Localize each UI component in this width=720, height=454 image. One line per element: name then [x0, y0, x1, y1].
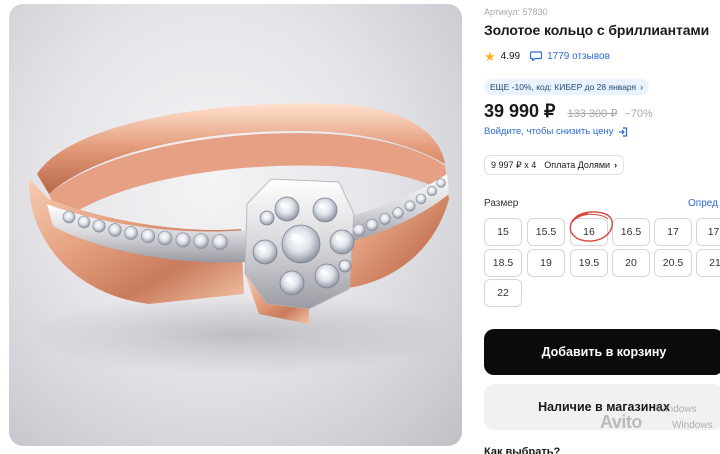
star-icon: ★	[484, 48, 496, 64]
avito-watermark: Avito	[600, 412, 642, 432]
login-link-text: Войдите, чтобы снизить цену	[484, 126, 614, 137]
promo-badge[interactable]: ЕЩЕ -10%, код: КИБЕР до 28 января ›	[484, 79, 650, 95]
size-option[interactable]: 22	[484, 279, 522, 307]
windows-activation-text-1: Windows	[656, 404, 697, 415]
highlight-circle-mark	[569, 211, 613, 242]
reviews-link[interactable]: 1779 отзывов	[530, 51, 610, 62]
size-guide-link[interactable]: Опред	[688, 198, 718, 209]
installment-label: Оплата Долями	[544, 160, 611, 170]
old-price: 133 300 ₽	[567, 108, 618, 120]
add-to-cart-button[interactable]: Добавить в корзину	[484, 329, 720, 375]
chevron-right-icon: ›	[614, 160, 618, 170]
size-option[interactable]: 15	[484, 218, 522, 246]
sku-label: Артикул: 57830	[484, 7, 548, 17]
rating-value: 4.99	[500, 50, 521, 62]
product-title: Золотое кольцо с бриллиантами	[484, 22, 710, 38]
installment-amount: 9 997 ₽ x 4	[491, 159, 537, 170]
login-to-lower-price-link[interactable]: Войдите, чтобы снизить цену	[484, 126, 628, 137]
chat-icon	[530, 51, 543, 61]
size-option[interactable]: 15.5	[527, 218, 565, 246]
rating-row: ★ 4.99 1779 отзывов	[484, 48, 610, 64]
how-to-choose-heading: Как выбрать?	[484, 446, 561, 454]
product-photo[interactable]	[9, 4, 462, 446]
size-option[interactable]: 16.5	[612, 218, 650, 246]
windows-activation-text-2: Windows	[672, 420, 713, 431]
size-option[interactable]: 21	[696, 249, 720, 277]
reviews-count: 1779 отзывов	[547, 50, 610, 62]
installment-badge[interactable]: 9 997 ₽ x 4 Оплата Долями ›	[484, 155, 625, 175]
login-icon	[618, 126, 627, 137]
size-label: Размер	[484, 198, 519, 209]
size-option[interactable]: 18.5	[484, 249, 522, 277]
promo-text: ЕЩЕ -10%, код: КИБЕР до 28 января	[490, 82, 637, 92]
size-option[interactable]: 19.5	[570, 249, 608, 277]
current-price: 39 990 ₽	[484, 101, 556, 121]
size-option[interactable]: 19	[527, 249, 565, 277]
size-option[interactable]: 20.5	[654, 249, 692, 277]
chevron-right-icon: ›	[640, 82, 644, 92]
size-option[interactable]: 17.	[696, 218, 720, 246]
ring-image	[28, 103, 449, 374]
discount-percent: −70%	[624, 108, 653, 120]
price-row: 39 990 ₽ 133 300 ₽ −70%	[484, 101, 653, 125]
size-option[interactable]: 20	[612, 249, 650, 277]
size-option[interactable]: 17	[654, 218, 692, 246]
